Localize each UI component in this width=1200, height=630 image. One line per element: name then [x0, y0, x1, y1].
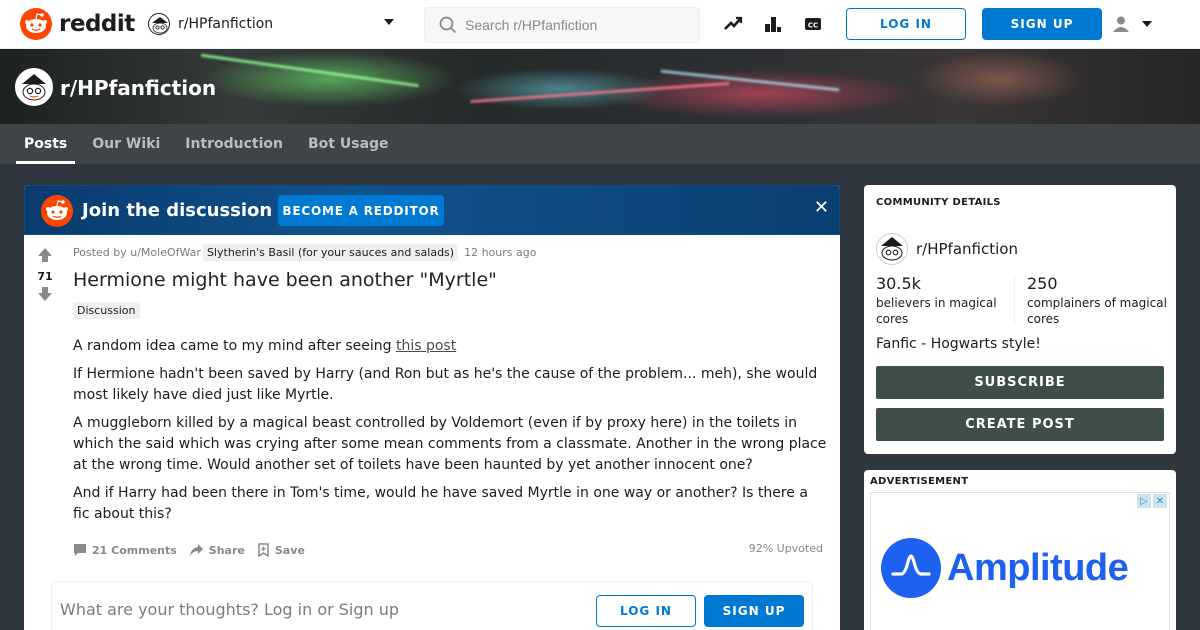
search-bar[interactable]	[424, 7, 700, 43]
post-paragraph: And if Harry had been there in Tom's tim…	[73, 485, 808, 522]
share-icon	[189, 544, 203, 556]
tab-introduction[interactable]: Introduction	[177, 124, 291, 164]
advertisement-frame[interactable]: ▷ ✕ Amplitude	[870, 492, 1170, 630]
community-name[interactable]: r/HPfanfiction	[916, 240, 1018, 258]
community-dropdown-label: r/HPfanfiction	[178, 16, 274, 32]
vote-column: 71	[34, 247, 56, 306]
join-discussion-text: Join the discussion	[82, 200, 273, 221]
banner-spell-streak	[200, 53, 420, 88]
user-flair: Slytherin's Basil (for your sauces and s…	[202, 244, 459, 261]
snoo-icon	[20, 8, 52, 40]
become-redditor-button[interactable]: BECOME A REDDITOR	[278, 195, 444, 226]
community-avatar	[876, 233, 908, 265]
post-paragraph: A random idea came to my mind after seei…	[73, 336, 827, 357]
online-count: 250	[1027, 274, 1058, 293]
reddit-logo[interactable]: reddit	[20, 8, 135, 40]
ad-choices[interactable]: ▷ ✕	[1135, 494, 1167, 508]
leaderboard-icon[interactable]	[763, 14, 783, 34]
comment-signup-button[interactable]: SIGN UP	[704, 595, 804, 627]
close-icon[interactable]: ✕	[1153, 494, 1167, 508]
tab-our-wiki[interactable]: Our Wiki	[84, 124, 168, 164]
top-header: reddit r/HPfanfiction CC LOG	[0, 0, 1200, 49]
post-meta: Posted by u/MoleOfWar Slytherin's Basil …	[73, 244, 536, 261]
post-flair[interactable]: Discussion	[73, 302, 140, 319]
closed-caption-icon[interactable]: CC	[803, 14, 823, 34]
tab-bot-usage[interactable]: Bot Usage	[300, 124, 397, 164]
chevron-down-icon	[1142, 21, 1152, 27]
community-dropdown[interactable]: r/HPfanfiction	[140, 6, 404, 42]
ad-choices-icon[interactable]: ▷	[1137, 494, 1151, 508]
save-icon	[258, 543, 269, 557]
login-button[interactable]: LOG IN	[846, 8, 966, 40]
user-icon	[1113, 16, 1129, 32]
trending-icon[interactable]	[723, 14, 743, 34]
comments-count: 21 Comments	[92, 543, 177, 557]
community-avatar	[15, 68, 53, 106]
save-button[interactable]: Save	[257, 543, 305, 557]
user-menu[interactable]	[1112, 12, 1162, 36]
post-title: Hermione might have been another "Myrtle…	[73, 269, 497, 291]
search-input[interactable]	[465, 17, 685, 33]
online-label: complainers of magical cores	[1027, 296, 1167, 326]
member-stat: 30.5k believers in magical cores	[876, 274, 1016, 327]
amplitude-wordmark: Amplitude	[947, 546, 1129, 589]
tab-posts[interactable]: Posts	[16, 124, 76, 164]
signup-button[interactable]: SIGN UP	[982, 8, 1102, 40]
downvote-icon[interactable]	[37, 286, 53, 302]
comment-icon	[74, 544, 86, 556]
community-description: Fanfic - Hogwarts style!	[876, 336, 1041, 352]
community-details-card: COMMUNITY DETAILS r/HPfanfiction 30.5k b…	[864, 185, 1176, 454]
comments-button[interactable]: 21 Comments	[73, 543, 177, 557]
advertisement-card: ADVERTISEMENT ▷ ✕ Amplitude	[864, 470, 1176, 630]
post-paragraph: A muggleborn killed by a magical beast c…	[73, 415, 827, 473]
post-body: A random idea came to my mind after seei…	[73, 336, 827, 532]
stat-divider	[1014, 275, 1015, 325]
post-paragraph: If Hermione hadn't been saved by Harry (…	[73, 366, 818, 403]
chevron-down-icon	[384, 19, 394, 25]
post-paragraph-text: A random idea came to my mind after seei…	[73, 338, 396, 354]
post-card: Join the discussion BECOME A REDDITOR ✕ …	[24, 185, 840, 630]
community-details-heading: COMMUNITY DETAILS	[876, 197, 1001, 208]
share-button[interactable]: Share	[189, 543, 245, 557]
banner-spell-streak	[470, 81, 730, 104]
community-avatar-icon	[148, 13, 170, 35]
advertisement-label: ADVERTISEMENT	[870, 476, 969, 487]
close-icon[interactable]: ✕	[814, 197, 829, 218]
save-label: Save	[274, 543, 305, 557]
member-count: 30.5k	[876, 274, 921, 293]
svg-text:CC: CC	[808, 22, 818, 30]
amplitude-logo[interactable]: Amplitude	[881, 538, 1129, 598]
comment-login-box: What are your thoughts? Log in or Sign u…	[51, 581, 813, 630]
create-post-button[interactable]: CREATE POST	[876, 408, 1164, 441]
online-stat: 250 complainers of magical cores	[1027, 274, 1167, 327]
amplitude-icon	[881, 538, 941, 598]
vote-score: 71	[37, 270, 53, 283]
post-link[interactable]: this post	[396, 338, 456, 354]
share-label: Share	[208, 543, 245, 557]
community-title: r/HPfanfiction	[60, 76, 217, 100]
community-nav: Posts Our Wiki Introduction Bot Usage	[0, 124, 1200, 164]
comment-login-button[interactable]: LOG IN	[596, 595, 696, 627]
post-timestamp[interactable]: 12 hours ago	[464, 246, 536, 259]
upvote-ratio: 92% Upvoted	[748, 542, 823, 555]
reddit-wordmark: reddit	[59, 11, 135, 37]
upvote-icon[interactable]	[37, 247, 53, 263]
subscribe-button[interactable]: SUBSCRIBE	[876, 366, 1164, 399]
search-icon	[439, 16, 457, 34]
post-actions: 21 Comments Share Save	[73, 540, 823, 560]
post-author[interactable]: Posted by u/MoleOfWar	[73, 246, 201, 259]
comment-prompt: What are your thoughts? Log in or Sign u…	[60, 600, 400, 619]
join-discussion-bar: Join the discussion BECOME A REDDITOR ✕	[24, 185, 840, 235]
snoo-icon	[41, 195, 73, 227]
banner-spell-streak	[660, 69, 840, 92]
member-label: believers in magical cores	[876, 296, 997, 326]
